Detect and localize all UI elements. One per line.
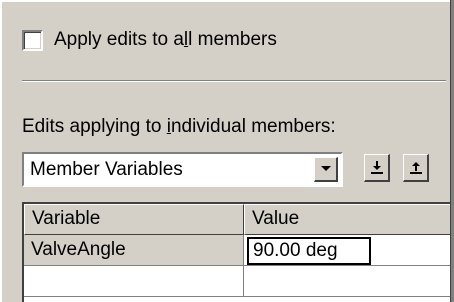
import-icon [370,160,383,174]
member-type-dropdown[interactable]: Member Variables [22,152,343,187]
individual-members-label: Edits applying to individual members: [22,116,336,137]
import-button[interactable] [364,154,390,182]
table-row-value-cell[interactable] [244,235,450,266]
member-variables-grid[interactable]: Variable Value ValveAngle [22,202,450,302]
apply-all-row[interactable]: Apply edits to all members [22,28,277,52]
chevron-down-icon [320,166,331,171]
table-row-variable-cell[interactable]: ValveAngle [24,235,244,266]
member-type-selected: Member Variables [30,159,183,180]
separator [22,80,446,82]
export-icon [409,161,422,174]
apply-all-checkbox[interactable] [22,29,43,51]
column-header-value[interactable]: Value [244,204,450,235]
table-row-variable-cell[interactable] [24,266,244,297]
apply-all-label[interactable]: Apply edits to all members [54,29,277,51]
dropdown-button[interactable] [314,157,338,182]
table-row-value-cell[interactable] [244,266,450,297]
panel-right-edge [450,0,454,302]
value-edit-field[interactable] [247,237,371,265]
column-header-variable[interactable]: Variable [24,204,244,235]
export-button[interactable] [403,154,429,182]
